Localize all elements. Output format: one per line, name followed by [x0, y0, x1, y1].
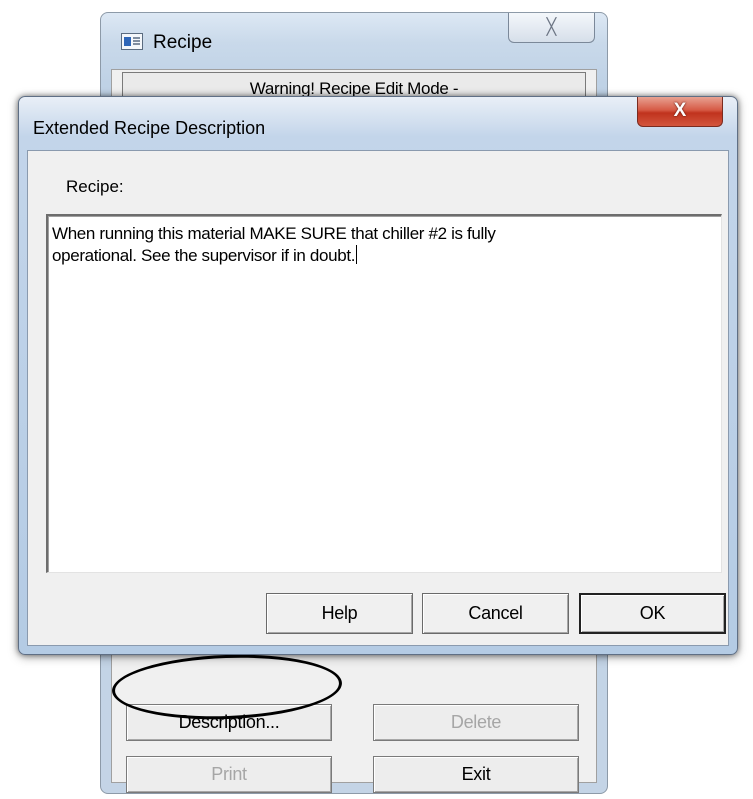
- extended-description-dialog: Extended Recipe Description X Recipe: Wh…: [18, 96, 738, 655]
- delete-button[interactable]: Delete: [373, 704, 579, 741]
- description-button[interactable]: Description...: [126, 704, 332, 741]
- ok-button[interactable]: OK: [579, 593, 726, 634]
- help-button[interactable]: Help: [266, 593, 413, 634]
- recipe-window-close-button[interactable]: ╳: [508, 13, 595, 43]
- description-textarea[interactable]: When running this material MAKE SURE tha…: [46, 214, 722, 573]
- app-icon: [121, 33, 143, 50]
- dialog-client: Recipe: When running this material MAKE …: [27, 150, 729, 646]
- description-text: When running this material MAKE SURE tha…: [52, 224, 496, 265]
- close-icon: X: [673, 100, 687, 121]
- exit-button[interactable]: Exit: [373, 756, 579, 793]
- dialog-title: Extended Recipe Description: [33, 118, 266, 138]
- recipe-label: Recipe:: [66, 177, 124, 196]
- print-button[interactable]: Print: [126, 756, 332, 793]
- recipe-window-titlebar: Recipe ╳: [101, 13, 607, 73]
- recipe-window-title: Recipe: [153, 32, 213, 53]
- cancel-button[interactable]: Cancel: [422, 593, 569, 634]
- dialog-close-button[interactable]: X: [637, 97, 723, 127]
- text-caret: [356, 245, 358, 264]
